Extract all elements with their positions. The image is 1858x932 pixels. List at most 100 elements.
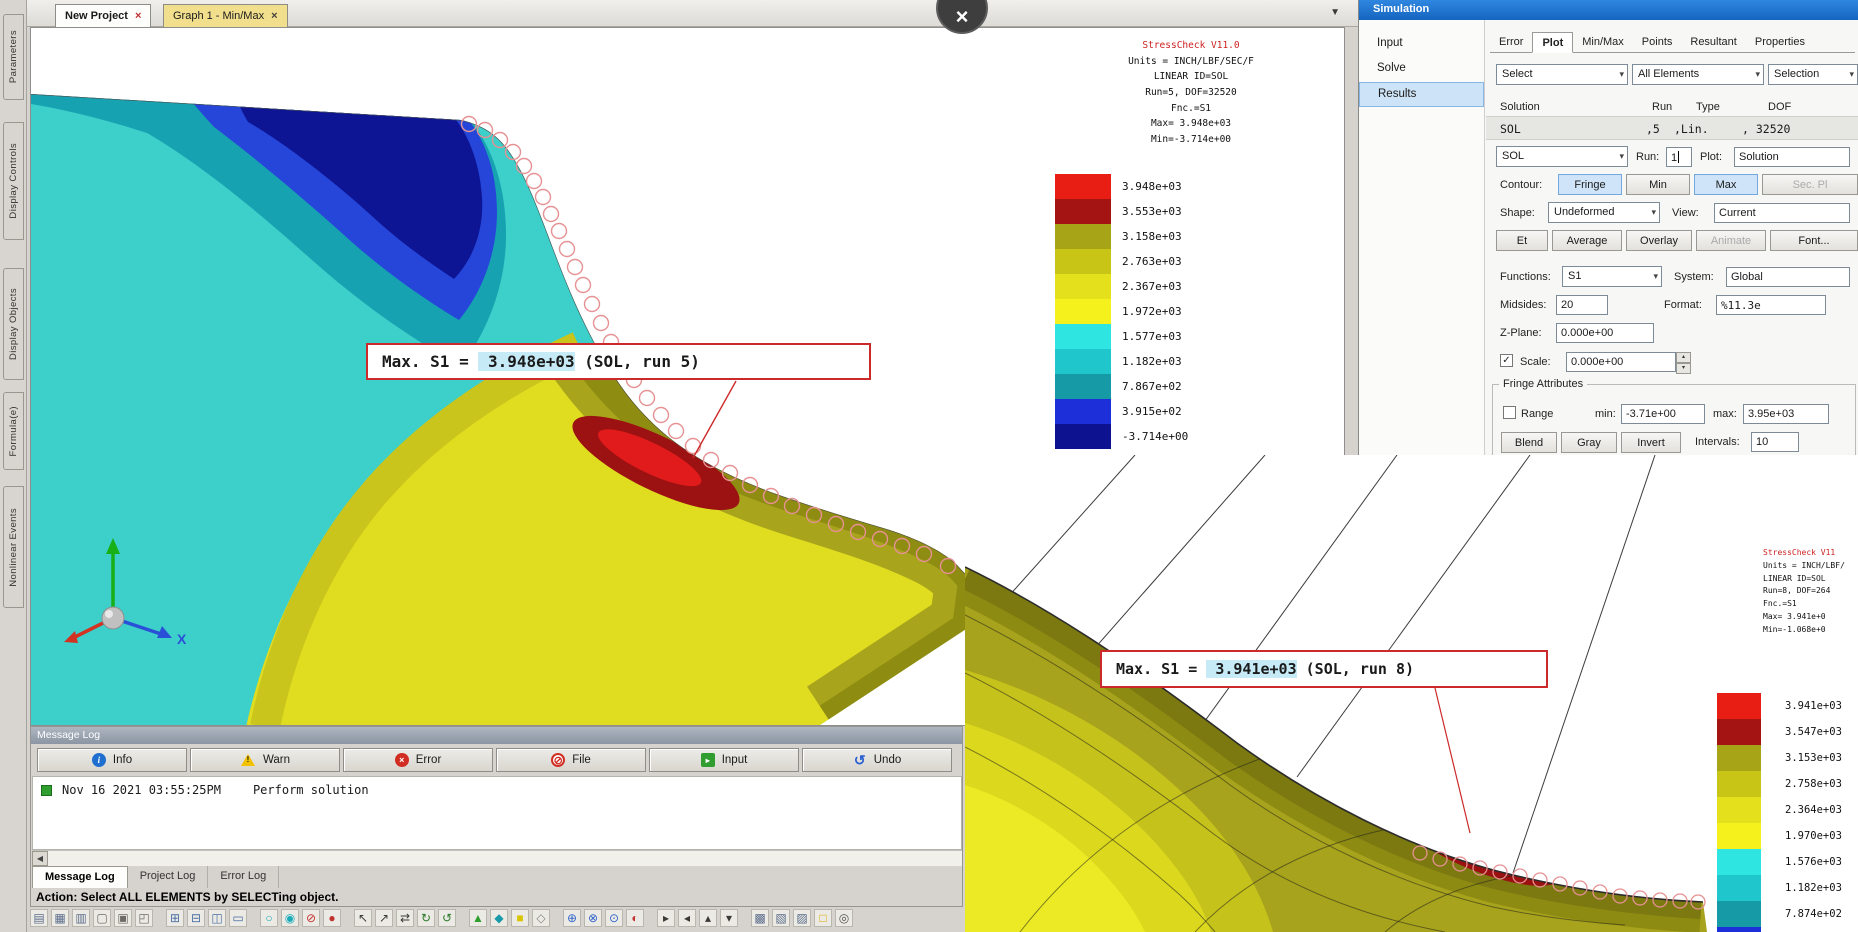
view-box[interactable]: Current [1714, 203, 1850, 223]
redo-icon[interactable]: ↻ [417, 909, 435, 927]
format-input[interactable]: %11.3e [1716, 295, 1826, 315]
info-filter-button[interactable]: iInfo [37, 748, 187, 772]
close-icon[interactable]: × [271, 10, 277, 22]
scroll-left-button[interactable]: ◀ [32, 851, 48, 866]
times-circle-icon[interactable]: ⊗ [584, 909, 602, 927]
functions-dropdown[interactable]: S1▾ [1562, 266, 1662, 287]
up-icon[interactable]: ▴ [699, 909, 717, 927]
max-button[interactable]: Max [1694, 174, 1758, 195]
tab-error[interactable]: Error [1490, 32, 1532, 52]
outline-diamond-icon[interactable]: ◇ [532, 909, 550, 927]
et-button[interactable]: Et [1496, 230, 1548, 251]
scale-checkbox[interactable]: ✓ [1500, 354, 1513, 367]
fringe-button[interactable]: Fringe [1558, 174, 1622, 195]
tab-resultant[interactable]: Resultant [1681, 32, 1745, 52]
overlay-button[interactable]: Overlay [1626, 230, 1692, 251]
box-icon[interactable]: □ [814, 909, 832, 927]
selection-dropdown[interactable]: Selection▾ [1768, 64, 1858, 85]
tab-graph-minmax[interactable]: Graph 1 - Min/Max × [163, 4, 288, 27]
chevron-down-icon[interactable]: ▼ [1330, 7, 1340, 18]
tab-new-project[interactable]: New Project × [55, 4, 151, 27]
nav-solve[interactable]: Solve [1359, 57, 1484, 82]
input-filter-button[interactable]: ▸Input [649, 748, 799, 772]
solution-grid-row[interactable]: SOL ,5 ,Lin. , 32520 [1486, 116, 1858, 140]
split-view-icon[interactable]: ◫ [208, 909, 226, 927]
horizontal-scrollbar[interactable]: ◀ [32, 850, 962, 866]
sidebar-tab-formulae[interactable]: Formula(e) [3, 392, 24, 470]
square-icon[interactable]: ■ [511, 909, 529, 927]
scale-spinner[interactable]: ▴ ▾ [1676, 352, 1691, 373]
plot-type-box[interactable]: Solution [1734, 147, 1850, 167]
hatch-diag-icon[interactable]: ▧ [772, 909, 790, 927]
arrow-nw-icon[interactable]: ↖ [354, 909, 372, 927]
prohibit-icon[interactable]: ⊘ [302, 909, 320, 927]
sidebar-tab-display-controls[interactable]: Display Controls [3, 122, 24, 240]
select-mode-dropdown[interactable]: Select▾ [1496, 64, 1628, 85]
half-circle-icon[interactable]: ◐ [626, 909, 644, 927]
tab-plot[interactable]: Plot [1532, 32, 1573, 53]
swap-icon[interactable]: ⇄ [396, 909, 414, 927]
triangle-icon[interactable]: ▲ [469, 909, 487, 927]
nav-input[interactable]: Input [1359, 32, 1484, 57]
nav-results[interactable]: Results [1359, 82, 1484, 107]
message-log-titlebar[interactable]: Message Log [31, 727, 962, 744]
solution-dropdown[interactable]: SOL▾ [1496, 146, 1628, 167]
range-checkbox[interactable] [1503, 406, 1516, 419]
run-input[interactable]: 1 [1666, 147, 1692, 167]
log-entry[interactable]: Nov 16 2021 03:55:25PM Perform solution [33, 777, 961, 797]
simulation-titlebar[interactable]: Simulation [1359, 0, 1858, 20]
tab-minmax[interactable]: Min/Max [1573, 32, 1633, 52]
down-icon[interactable]: ▾ [720, 909, 738, 927]
font-button[interactable]: Font... [1770, 230, 1858, 251]
blend-button[interactable]: Blend [1501, 432, 1557, 453]
tab-message-log[interactable]: Message Log [32, 866, 128, 888]
frame-icon[interactable]: ▭ [229, 909, 247, 927]
tab-points[interactable]: Points [1633, 32, 1682, 52]
add-grid-icon[interactable]: ⊞ [166, 909, 184, 927]
min-button[interactable]: Min [1626, 174, 1690, 195]
annotation-max-s1[interactable]: Max. S1 = 3.948e+03 (SOL, run 5) [366, 343, 871, 380]
gray-button[interactable]: Gray [1561, 432, 1617, 453]
play-icon[interactable]: ▸ [657, 909, 675, 927]
target-icon[interactable]: ◎ [835, 909, 853, 927]
error-filter-button[interactable]: ×Error [343, 748, 493, 772]
hatch-icon[interactable]: ▩ [751, 909, 769, 927]
plus-circle-icon[interactable]: ⊕ [563, 909, 581, 927]
page-filled-icon[interactable]: ▣ [114, 909, 132, 927]
tab-project-log[interactable]: Project Log [128, 866, 209, 888]
tab-properties[interactable]: Properties [1746, 32, 1814, 52]
all-elements-dropdown[interactable]: All Elements▾ [1632, 64, 1764, 85]
circle-icon[interactable]: ○ [260, 909, 278, 927]
table-icon[interactable]: ▤ [30, 909, 48, 927]
spinner-down-icon[interactable]: ▾ [1676, 363, 1691, 374]
warn-filter-button[interactable]: !Warn [190, 748, 340, 772]
system-box[interactable]: Global [1726, 267, 1850, 287]
file-filter-button[interactable]: ⊘File [496, 748, 646, 772]
close-icon[interactable]: × [135, 10, 141, 22]
min-input[interactable]: -3.71e+00 [1621, 404, 1705, 424]
zplane-input[interactable]: 0.000e+00 [1556, 323, 1654, 343]
sidebar-tab-nonlinear-events[interactable]: Nonlinear Events [3, 486, 24, 608]
max-input[interactable]: 3.95e+03 [1743, 404, 1829, 424]
remove-grid-icon[interactable]: ⊟ [187, 909, 205, 927]
intervals-input[interactable]: 10 [1751, 432, 1799, 452]
tab-error-log[interactable]: Error Log [208, 866, 279, 888]
spinner-up-icon[interactable]: ▴ [1676, 352, 1691, 363]
hatch-back-icon[interactable]: ▨ [793, 909, 811, 927]
sidebar-tab-display-objects[interactable]: Display Objects [3, 268, 24, 380]
dot-icon[interactable]: ● [323, 909, 341, 927]
point-icon[interactable]: ◉ [281, 909, 299, 927]
dot-circle-icon[interactable]: ⊙ [605, 909, 623, 927]
window-icon[interactable]: ◰ [135, 909, 153, 927]
undo-button[interactable]: ↺Undo [802, 748, 952, 772]
message-log-list[interactable]: Nov 16 2021 03:55:25PM Perform solution [32, 776, 962, 850]
midsides-input[interactable]: 20 [1556, 295, 1608, 315]
list-icon[interactable]: ▥ [72, 909, 90, 927]
back-icon[interactable]: ◂ [678, 909, 696, 927]
shape-dropdown[interactable]: Undeformed▾ [1548, 202, 1660, 223]
grid-icon[interactable]: ▦ [51, 909, 69, 927]
undo-icon[interactable]: ↺ [438, 909, 456, 927]
arrow-ne-icon[interactable]: ↗ [375, 909, 393, 927]
invert-button[interactable]: Invert [1621, 432, 1681, 453]
diamond-icon[interactable]: ◆ [490, 909, 508, 927]
